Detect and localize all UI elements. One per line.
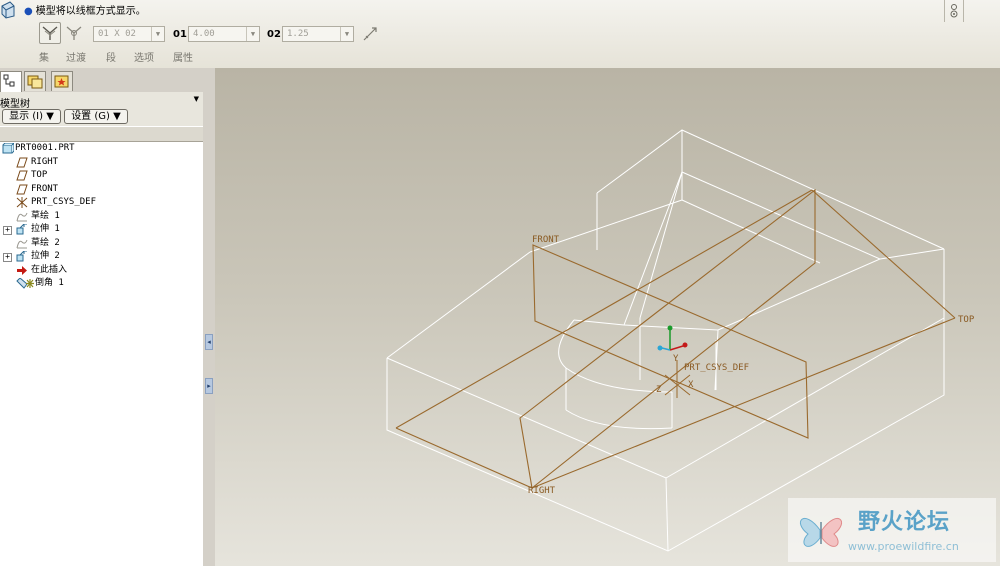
- top-datum-plane-edge-1: [395, 189, 813, 429]
- sketch-icon: [16, 239, 28, 248]
- set-mode-button[interactable]: [39, 22, 61, 44]
- insert-arrow-icon: [17, 265, 27, 275]
- transition-icon: [66, 26, 82, 40]
- forum-watermark: 野火论坛 www.proewildfire.cn: [788, 498, 996, 562]
- d1-value-combo[interactable]: 4.00 ▼: [188, 26, 260, 42]
- model-tree-icon: [3, 74, 15, 87]
- tab-set[interactable]: 集: [39, 49, 49, 64]
- top-datum-plane-edge-3: [531, 317, 956, 489]
- sketch-icon: [16, 212, 28, 221]
- show-button[interactable]: 显示 (I) ▼: [2, 109, 61, 124]
- pause-resume-icon[interactable]: [945, 0, 963, 22]
- collapse-left-icon[interactable]: ◂: [205, 334, 213, 350]
- tab-model-tree[interactable]: [0, 71, 22, 92]
- tree-item-label: 倒角 1: [35, 278, 64, 288]
- y-axis-icon: [667, 325, 673, 331]
- navigator-tabs: [0, 68, 203, 93]
- chevron-down-icon: ▼: [151, 27, 164, 41]
- transition-mode-button[interactable]: [63, 22, 85, 44]
- navigator-panel: 模型树 ▼ 显示 (I) ▼ 设置 (G) ▼ PRT0001.PRT RIGH…: [0, 68, 204, 566]
- reference-type-combo[interactable]: 01 X 02 ▼: [93, 26, 165, 42]
- regenerate-star-icon: [26, 279, 34, 288]
- settings-button[interactable]: 设置 (G) ▼: [64, 109, 128, 124]
- feature-dashboard: ● 模型将以线框方式显示。 01 X 02 ▼ 01 4.00 ▼ 02 1.25…: [0, 0, 1000, 69]
- expand-right-icon[interactable]: ▸: [205, 378, 213, 394]
- csys-icon: [16, 197, 28, 208]
- d2-value-combo[interactable]: 1.25 ▼: [282, 26, 354, 42]
- reference-type-value: 01 X 02: [98, 29, 136, 39]
- extrude-icon: [16, 251, 27, 262]
- tab-segment[interactable]: 段: [106, 49, 116, 64]
- model-tree-header: 模型树 ▼ 显示 (I) ▼ 设置 (G) ▼: [0, 92, 203, 126]
- tree-item-label: TOP: [31, 170, 48, 180]
- csys-y-label: Y: [673, 354, 679, 364]
- watermark-title: 野火论坛: [858, 509, 951, 535]
- tree-item-label: FRONT: [31, 183, 59, 194]
- tab-folder-browser[interactable]: [24, 71, 46, 91]
- part-icon: [2, 143, 14, 154]
- expand-icon[interactable]: +: [3, 253, 12, 262]
- datum-plane-icon: [16, 157, 28, 167]
- tab-options[interactable]: 选项: [134, 49, 154, 64]
- message-text: 模型将以线框方式显示。: [35, 6, 146, 17]
- chevron-down-icon: ▼: [340, 27, 353, 41]
- set-icon: [42, 26, 58, 40]
- flip-direction-icon[interactable]: [362, 26, 378, 42]
- d2-value: 1.25: [287, 29, 309, 39]
- message-area: ● 模型将以线框方式显示。: [24, 6, 146, 17]
- x-axis-icon: [682, 342, 688, 348]
- top-datum-plane-edge-4: [395, 427, 533, 489]
- tab-favorites[interactable]: [51, 71, 73, 91]
- tree-item-label: 草绘 1: [31, 210, 60, 221]
- tree-item-label: RIGHT: [31, 156, 59, 167]
- watermark-url: www.proewildfire.cn: [848, 540, 959, 553]
- column-header: [0, 126, 203, 142]
- top-plane-label[interactable]: TOP: [958, 315, 975, 325]
- csys-z-label: Z: [656, 385, 662, 395]
- tree-item-label: 在此插入: [31, 264, 68, 275]
- tree-item-label: 草绘 2: [31, 237, 60, 248]
- dashboard-controls: [944, 0, 964, 22]
- folder-browser-icon: [27, 75, 43, 89]
- favorites-icon: [54, 75, 69, 88]
- tree-item-label: 拉伸 2: [31, 251, 60, 261]
- csys-label[interactable]: PRT_CSYS_DEF: [684, 363, 749, 373]
- chamfer-feature-icon: [1, 1, 15, 19]
- chevron-down-icon[interactable]: ▼: [194, 95, 199, 103]
- front-plane-label[interactable]: FRONT: [532, 235, 560, 245]
- chevron-down-icon: ▼: [246, 27, 259, 41]
- top-datum-plane-edge-2: [811, 189, 956, 319]
- wireframe-model[interactable]: FRONT TOP RIGHT PRT_CSYS_DEF Y X Z: [215, 68, 1000, 566]
- d2-label: 02: [267, 29, 281, 40]
- part-wireframe: [386, 129, 945, 552]
- tree-item-label: PRT_CSYS_DEF: [31, 197, 97, 207]
- model-tree-title: 模型树: [0, 99, 30, 110]
- tree-item-label: PRT0001.PRT: [15, 143, 75, 153]
- csys-x-label: X: [688, 380, 694, 390]
- datum-plane-icon: [16, 170, 28, 181]
- z-axis-icon: [657, 345, 663, 351]
- right-datum-plane: [519, 188, 816, 490]
- graphics-window[interactable]: FRONT TOP RIGHT PRT_CSYS_DEF Y X Z: [215, 68, 1000, 566]
- tab-properties[interactable]: 属性: [173, 49, 193, 64]
- extrude-icon: [16, 224, 27, 235]
- tab-transition[interactable]: 过渡: [66, 49, 86, 64]
- d1-label: 01: [173, 29, 187, 40]
- right-plane-label[interactable]: RIGHT: [528, 486, 556, 496]
- datum-plane-icon: [16, 184, 28, 194]
- butterfly-logo-icon: [799, 518, 843, 547]
- tree-item-label: 拉伸 1: [31, 224, 60, 234]
- expand-icon[interactable]: +: [3, 226, 12, 235]
- d1-value: 4.00: [193, 29, 215, 39]
